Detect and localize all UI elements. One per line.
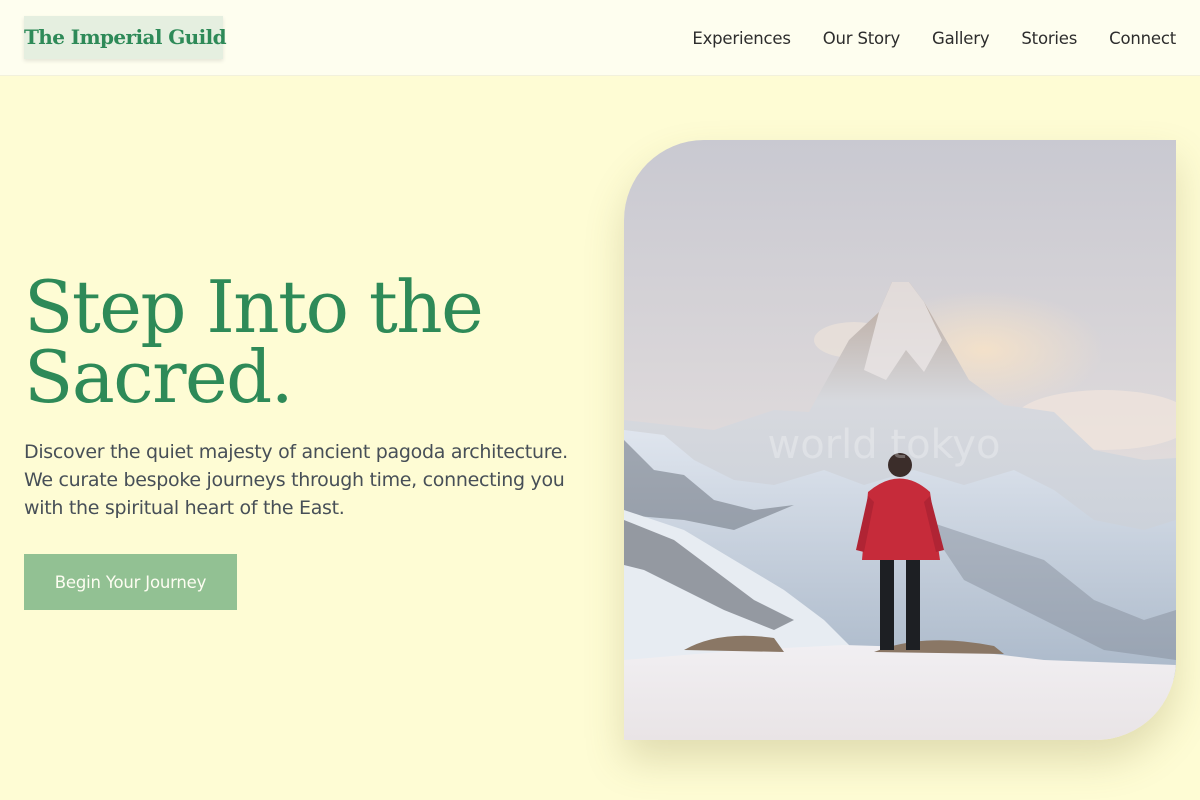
main-nav: Experiences Our Story Gallery Stories Co… (692, 0, 1176, 76)
hero-description: Discover the quiet majesty of ancient pa… (24, 441, 568, 519)
nav-item-connect[interactable]: Connect (1109, 29, 1176, 48)
nav-item-stories[interactable]: Stories (1021, 29, 1077, 48)
site-header: The Imperial Guild Experiences Our Story… (0, 0, 1200, 76)
image-watermark: world tokyo (768, 422, 1001, 468)
hero-mountain-image: world tokyo (624, 140, 1176, 740)
nav-item-our-story[interactable]: Our Story (823, 29, 900, 48)
brand-logo[interactable]: The Imperial Guild (24, 16, 227, 59)
mountain-hiker-photo: world tokyo (624, 140, 1176, 740)
begin-journey-button[interactable]: Begin Your Journey (24, 554, 237, 610)
nav-item-gallery[interactable]: Gallery (932, 29, 990, 48)
nav-item-experiences[interactable]: Experiences (692, 29, 791, 48)
hero-headline: Step Into the Sacred. (24, 265, 484, 419)
